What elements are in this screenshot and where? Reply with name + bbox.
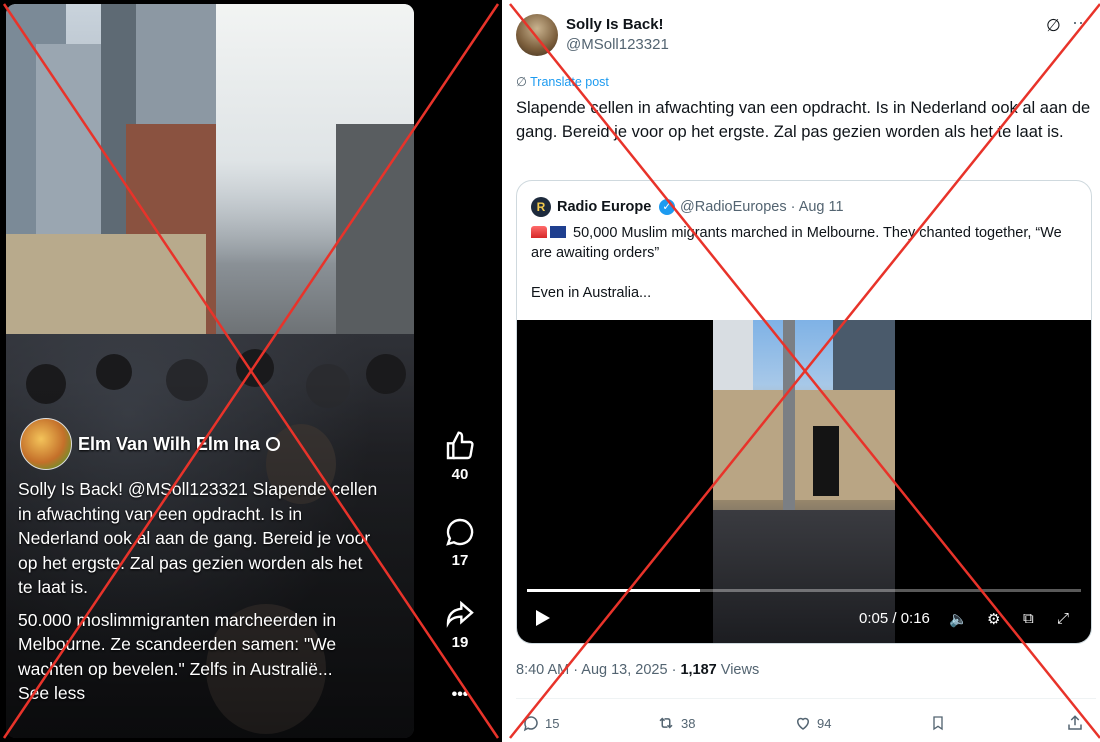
- repost-count: 38: [681, 715, 696, 731]
- share-count: 19: [451, 634, 469, 651]
- quote-line-2: Even in Australia...: [531, 285, 652, 301]
- facebook-reel-panel: Elm Van Wilh Elm Ina Solly Is Back! @MSo…: [0, 0, 502, 742]
- verified-badge-icon: ✓: [659, 199, 675, 215]
- video-frame: [713, 320, 895, 643]
- share-icon: [446, 600, 474, 628]
- quote-handle-date: @RadioEuropes · Aug 11: [680, 199, 844, 215]
- reply-count: 15: [545, 715, 560, 731]
- more-options-icon[interactable]: •••: [432, 686, 488, 704]
- reply-icon: [523, 716, 538, 732]
- share-icon: [1068, 715, 1082, 730]
- video-progress-fill: [527, 589, 701, 592]
- divider: [516, 698, 1096, 699]
- more-icon[interactable]: ··: [1072, 12, 1084, 33]
- reel-author-name[interactable]: Elm Van Wilh Elm Ina: [78, 434, 260, 455]
- thumbs-up-icon: [446, 431, 474, 460]
- grok-icon[interactable]: ∅: [1046, 16, 1061, 36]
- fullscreen-icon[interactable]: ⤢: [1057, 610, 1069, 627]
- post-text: Slapende cellen in afwachting van een op…: [516, 99, 1091, 141]
- repost-button[interactable]: 38: [656, 714, 695, 732]
- caption-paragraph-2: 50.000 moslimmigranten marcheerden in Me…: [18, 609, 337, 679]
- flag-icons: [531, 223, 569, 243]
- post-author-handle[interactable]: @MSoll123321: [566, 36, 669, 53]
- see-less-link[interactable]: See less: [18, 681, 378, 706]
- comment-icon: [446, 518, 474, 546]
- post-metadata: 8:40 AM · Aug 13, 2025 · 1,187 Views: [516, 662, 759, 678]
- avatar[interactable]: [516, 14, 558, 56]
- share-button[interactable]: [1066, 714, 1089, 732]
- like-button[interactable]: 94: [794, 714, 831, 732]
- translate-post-link[interactable]: ∅ Translate post: [516, 74, 609, 89]
- bookmark-icon: [933, 716, 943, 731]
- share-button[interactable]: 19: [432, 598, 488, 651]
- like-count: 40: [451, 466, 469, 483]
- views-count: 1,187: [680, 662, 717, 678]
- translate-icon: ∅: [516, 75, 527, 89]
- avatar[interactable]: R: [531, 197, 551, 217]
- quoted-post[interactable]: R Radio Europe ✓ @RadioEuropes · Aug 11 …: [516, 180, 1092, 644]
- like-button[interactable]: 40: [432, 430, 488, 483]
- bookmark-button[interactable]: [930, 714, 951, 732]
- quote-author-name[interactable]: Radio Europe: [557, 199, 651, 215]
- volume-icon[interactable]: 🔈: [949, 610, 968, 628]
- comment-button[interactable]: 17: [432, 516, 488, 569]
- settings-icon[interactable]: ⚙: [987, 610, 1000, 628]
- post-author-name[interactable]: Solly Is Back!: [566, 16, 664, 33]
- video-progress-bar[interactable]: [527, 589, 1081, 592]
- play-icon[interactable]: [535, 609, 551, 627]
- avatar[interactable]: [20, 418, 72, 470]
- pip-icon[interactable]: ⧉: [1023, 610, 1034, 627]
- translate-label: Translate post: [530, 75, 609, 89]
- heart-icon: [796, 717, 810, 730]
- quote-text: 50,000 Muslim migrants marched in Melbou…: [531, 223, 1083, 303]
- reply-button[interactable]: 15: [522, 714, 559, 732]
- caption-paragraph-1: Solly Is Back! @MSoll123321 Slapende cel…: [18, 479, 378, 597]
- video-player[interactable]: 0:05 / 0:16 🔈 ⚙ ⧉ ⤢: [517, 320, 1091, 643]
- australia-flag-icon: [550, 226, 566, 238]
- reel-caption: Solly Is Back! @MSoll123321 Slapende cel…: [18, 477, 378, 706]
- siren-icon: [531, 226, 547, 238]
- repost-icon: [659, 717, 673, 729]
- post-timestamp[interactable]: 8:40 AM · Aug 13, 2025 ·: [516, 662, 680, 678]
- like-count: 94: [817, 715, 832, 731]
- comment-count: 17: [451, 552, 469, 569]
- video-time: 0:05 / 0:16: [859, 610, 930, 627]
- globe-icon: [265, 437, 280, 451]
- reel-author[interactable]: Elm Van Wilh Elm Ina: [20, 418, 280, 470]
- quote-line-1: 50,000 Muslim migrants marched in Melbou…: [531, 225, 1062, 261]
- x-post-panel: Solly Is Back! @MSoll123321 ∅ ·· ∅ Trans…: [502, 0, 1100, 742]
- views-label: Views: [716, 662, 760, 678]
